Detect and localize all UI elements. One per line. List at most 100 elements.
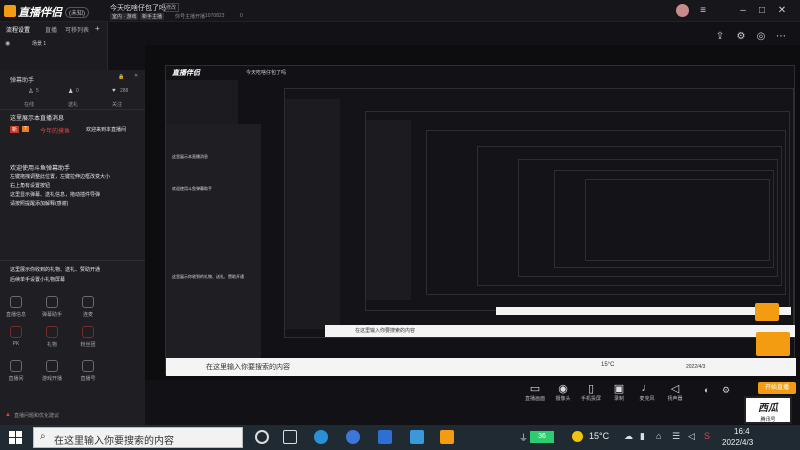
volume-icon[interactable]: ◁ (688, 431, 695, 442)
close-panel-icon[interactable]: ✕ (134, 73, 138, 79)
clock-date[interactable]: 2022/4/3 (722, 438, 753, 447)
temperature-text[interactable]: 15°C (589, 431, 609, 441)
icon-label: 游戏开播 (41, 376, 62, 382)
stream-preview[interactable]: 直播伴侣 今天吃啥仔包了吗 这里展示本直播消息 欢迎使用斗鱼弹幕助手 这里展示你… (145, 45, 800, 380)
watermark-logo-sub: 腾讯号 (760, 417, 776, 423)
preview-window-4 (426, 130, 786, 295)
icon-label: PK (12, 341, 20, 347)
stat-game-icon: ♙ (28, 89, 34, 95)
app-blue-icon[interactable] (378, 430, 392, 444)
app-logo-text: 直播伴侣 (18, 7, 62, 19)
clock-time[interactable]: 16:4 (734, 427, 750, 436)
network-icon[interactable]: ☰ (672, 431, 680, 442)
stat-link-icon: ♟ (68, 89, 74, 95)
heart-icon[interactable] (82, 326, 94, 338)
game-icon[interactable] (46, 360, 58, 372)
tab-live[interactable]: 直播 (45, 25, 57, 34)
add-scene-icon[interactable]: + (95, 24, 100, 33)
tray-icon-1[interactable]: ☁ (624, 431, 633, 442)
windows-start-icon[interactable] (9, 431, 22, 444)
viewer-code: 1070823 (205, 13, 225, 19)
subtab-online[interactable]: 在线 (24, 101, 34, 108)
preview-logo-badge (755, 303, 779, 321)
icon-label: 直播信息 (5, 312, 26, 318)
preview-search-text: 在这里输入你要搜索的内容 (355, 328, 416, 334)
toggle-icon[interactable]: ◐ (704, 385, 709, 395)
icon-label: 粉丝团 (80, 342, 96, 348)
eye-icon[interactable]: ◉ (5, 40, 10, 47)
version-badge: (未知) (65, 7, 89, 18)
scene-label[interactable]: 场景 1 (32, 40, 46, 47)
usb-icon[interactable]: ⏚ (519, 431, 528, 444)
chat-icon[interactable] (46, 296, 58, 308)
tray-icon-3[interactable]: ⌂ (656, 431, 661, 441)
toolbar-label: 扬声器 (667, 396, 683, 402)
toolbar-speaker-button[interactable]: ◁ 扬声器 (658, 382, 692, 402)
user-badge-new: 新 (10, 126, 20, 133)
minimize-icon[interactable]: – (737, 5, 749, 17)
settings-icon[interactable]: ◎ (755, 31, 767, 43)
icon-label: 弹幕助手 (41, 312, 62, 318)
icon-label: 礼物 (46, 342, 57, 348)
help-title: 欢迎使用斗鱼弹幕助手 (10, 166, 71, 172)
star-icon[interactable] (82, 360, 94, 372)
battery-indicator[interactable]: 36 (530, 431, 554, 443)
ime-icon[interactable]: S (704, 431, 710, 441)
stat-like-icon: ♥ (112, 88, 116, 94)
photos-icon[interactable] (410, 430, 424, 444)
room-meta: 你号主播开播 (175, 14, 206, 20)
close-icon[interactable]: ✕ (776, 5, 788, 17)
tray-icon-2[interactable]: ▮ (640, 431, 645, 442)
room-icon[interactable] (10, 360, 22, 372)
live-app-icon[interactable] (440, 430, 454, 444)
status-bar-text[interactable]: 直播问题和优化建议 (14, 412, 59, 419)
preview-chat-line: 这里展示本直播消息 (172, 154, 208, 159)
start-live-button[interactable]: 开始直播 (758, 382, 796, 394)
preview-search-text-1: 在这里输入你要搜索的内容 (206, 364, 290, 371)
divider (0, 109, 145, 110)
windows-taskbar: ⌕ 在这里输入你要搜索的内容 ⏚ 36 15°C ☁ ▮ ⌂ ☰ ◁ S 16:… (0, 425, 800, 450)
edge-browser-icon[interactable] (314, 430, 328, 444)
preview-window-8 (585, 179, 770, 261)
avatar[interactable] (676, 4, 689, 17)
tool-icon[interactable]: ⚙ (735, 31, 747, 43)
window-title: 今天吃啥仔包了吗 (110, 5, 166, 12)
title-bar: 直播伴侣 (未知) 今天吃啥仔包了吗 修改 室内 · 游戏 新手主播 你号主播开… (0, 0, 800, 22)
gift-hint-2: 后续单手设置小礼物屏幕 (10, 277, 66, 283)
more-icon[interactable]: ⋯ (775, 31, 787, 43)
gift-icon[interactable] (46, 326, 58, 338)
settings-small-icon[interactable]: ⚙ (722, 385, 730, 396)
help-line-1: 左键拖拽调整此位置，左键拉伸边框改变大小 (10, 174, 111, 180)
versus-icon[interactable] (10, 326, 22, 338)
tag-category[interactable]: 室内 · 游戏 (110, 13, 139, 20)
help-line-2: 右上角有设置按钮 (10, 183, 51, 189)
icon-label: 直播号 (80, 376, 96, 382)
tab-list[interactable]: 可移列表 (65, 25, 89, 34)
preview-left-panel-2 (285, 99, 340, 329)
share-icon[interactable]: ⇪ (714, 31, 726, 43)
lock-icon[interactable]: 🔒 (118, 74, 124, 80)
stat-link-value: 0 (76, 88, 79, 94)
preview-taskbar-2: 在这里输入你要搜索的内容 (325, 325, 795, 337)
multitask-icon[interactable] (283, 430, 297, 444)
task-view-icon[interactable] (255, 430, 269, 444)
subtab-gift[interactable]: 送礼 (68, 101, 78, 108)
taskbar-search-input[interactable]: ⌕ 在这里输入你要搜索的内容 (33, 427, 243, 448)
stat-game-value: 5 (36, 88, 39, 94)
chat-username[interactable]: 今年的摸鱼 (40, 126, 70, 135)
preview-window-3 (365, 111, 791, 315)
tag-level[interactable]: 新手主播 (140, 13, 165, 20)
search-icon: ⌕ (40, 431, 46, 442)
watermark-logo: 西瓜 腾讯号 (744, 396, 792, 424)
maximize-icon[interactable]: □ (756, 5, 768, 17)
browser-icon[interactable] (346, 430, 360, 444)
preview-gift-hint: 这里展示你收到的礼物、送礼、赞助开通 (172, 274, 244, 279)
start-live-label: 开始直播 (764, 385, 789, 391)
camera-icon[interactable] (10, 296, 22, 308)
tab-flow[interactable]: 流程设置 (6, 25, 30, 34)
subtab-follow[interactable]: 关注 (112, 101, 122, 108)
menu-icon[interactable]: ≡ (697, 5, 709, 17)
link-icon[interactable] (82, 296, 94, 308)
edit-title-button[interactable]: 修改 (163, 3, 180, 12)
divider (0, 260, 145, 261)
